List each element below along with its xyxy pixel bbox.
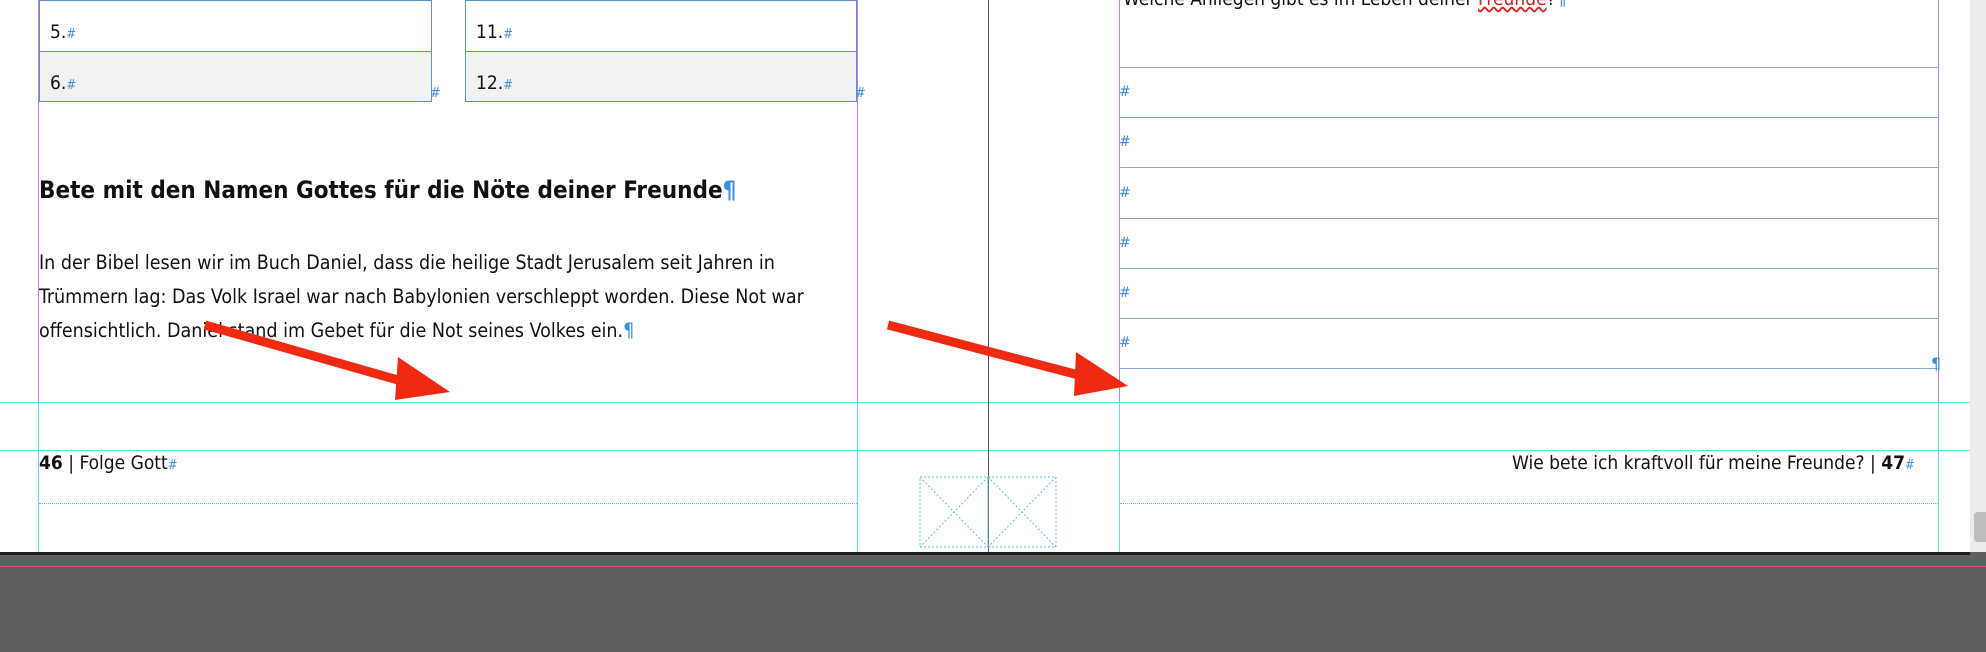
indesign-canvas: 5.# 11.# 6.# 12.# # # Bete mit den Namen… xyxy=(0,0,1986,652)
vertical-scrollbar[interactable] xyxy=(1970,0,1986,552)
annotation-arrow-2 xyxy=(1074,352,1128,396)
annotation-arrow-1 xyxy=(395,357,450,400)
bleed-guide xyxy=(0,566,1986,567)
annotation-arrow-shaft-2 xyxy=(886,320,1092,383)
annotation-arrow-shaft-1 xyxy=(203,320,414,389)
page-bottom-edge xyxy=(0,552,1970,555)
annotation-overlay xyxy=(203,320,1128,400)
scrollbar-thumb[interactable] xyxy=(1974,512,1986,542)
page-spread: 5.# 11.# 6.# 12.# # # Bete mit den Namen… xyxy=(0,0,1970,552)
